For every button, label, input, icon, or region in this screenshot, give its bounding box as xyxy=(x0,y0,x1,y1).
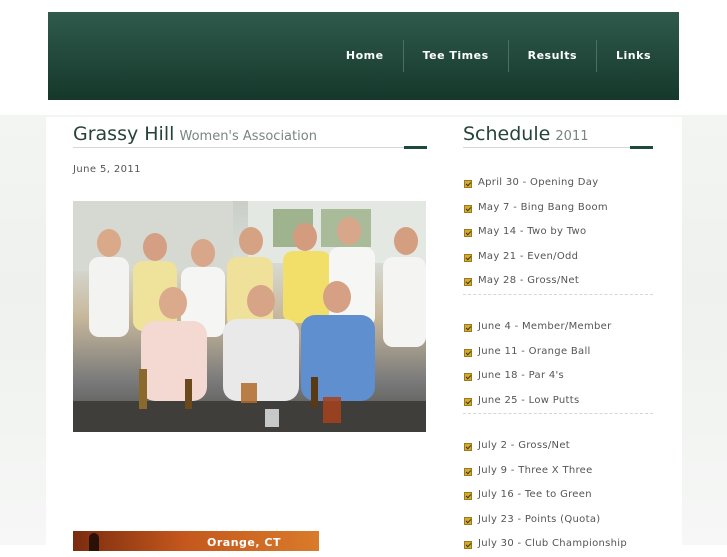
nav-links[interactable]: Links xyxy=(596,40,679,72)
page-subtitle: Women's Association xyxy=(179,129,317,144)
schedule-item[interactable]: July 30 - Club Championship xyxy=(463,532,653,557)
schedule-item[interactable]: May 21 - Even/Odd xyxy=(463,245,653,270)
schedule-item-label: July 30 - Club Championship xyxy=(478,538,628,549)
schedule-item-label: June 4 - Member/Member xyxy=(478,321,612,332)
checkbox-icon xyxy=(464,180,472,188)
title-accent-bar xyxy=(404,146,427,149)
checkbox-icon xyxy=(464,348,472,357)
content-area: Grassy Hill Women's Association June 5, … xyxy=(46,117,682,551)
schedule-item[interactable]: May 7 - Bing Bang Boom xyxy=(463,196,653,221)
nav-results[interactable]: Results xyxy=(507,40,596,72)
schedule-item[interactable]: June 25 - Low Putts xyxy=(463,389,653,414)
schedule-accent-bar xyxy=(630,146,653,149)
schedule-group-may: April 30 - Opening Day May 7 - Bing Bang… xyxy=(463,171,653,295)
schedule-item[interactable]: May 14 - Two by Two xyxy=(463,220,653,245)
schedule-item-label: May 7 - Bing Bang Boom xyxy=(478,201,608,213)
checkbox-icon xyxy=(464,443,472,451)
schedule-item-label: May 28 - Gross/Net xyxy=(478,275,580,286)
nav-home[interactable]: Home xyxy=(327,40,403,72)
main-nav: Home Tee Times Results Links xyxy=(327,40,679,72)
schedule-year: 2011 xyxy=(555,129,589,144)
schedule-item-label: July 23 - Points (Quota) xyxy=(478,513,601,525)
checkbox-icon xyxy=(464,373,472,381)
schedule-item-label: April 30 - Opening Day xyxy=(478,177,599,188)
checkbox-icon xyxy=(464,324,472,332)
schedule-item-label: July 2 - Gross/Net xyxy=(478,440,570,451)
checkbox-icon xyxy=(464,397,472,406)
promo-banner[interactable]: Orange, CT xyxy=(73,531,319,551)
schedule-item[interactable]: April 30 - Opening Day xyxy=(463,171,653,196)
golfer-silhouette-icon xyxy=(89,533,99,551)
schedule-item[interactable]: July 9 - Three X Three xyxy=(463,459,653,484)
schedule-item[interactable]: July 16 - Tee to Green xyxy=(463,483,653,508)
schedule-item[interactable]: July 2 - Gross/Net xyxy=(463,434,653,459)
checkbox-icon xyxy=(464,253,472,262)
checkbox-icon xyxy=(464,467,472,476)
schedule-title-row: Schedule 2011 xyxy=(463,123,653,149)
schedule-item[interactable]: June 11 - Orange Ball xyxy=(463,340,653,365)
schedule-item[interactable]: June 4 - Member/Member xyxy=(463,315,653,340)
page-title: Grassy Hill xyxy=(73,123,175,145)
banner-location: Orange, CT xyxy=(207,536,281,549)
checkbox-icon xyxy=(464,516,472,525)
schedule-item[interactable]: July 23 - Points (Quota) xyxy=(463,508,653,533)
checkbox-icon xyxy=(464,541,472,549)
group-photo xyxy=(73,201,426,432)
checkbox-icon xyxy=(464,204,472,213)
schedule-item[interactable]: May 28 - Gross/Net xyxy=(463,269,653,294)
schedule-group-july: July 2 - Gross/Net July 9 - Three X Thre… xyxy=(463,434,653,557)
schedule-item[interactable]: June 18 - Par 4's xyxy=(463,364,653,389)
group-photo-drawing xyxy=(73,201,426,432)
schedule-item-label: May 21 - Even/Odd xyxy=(478,250,579,262)
schedule-item-label: June 25 - Low Putts xyxy=(478,394,580,406)
schedule-item-label: July 16 - Tee to Green xyxy=(478,489,592,500)
checkbox-icon xyxy=(464,492,472,500)
post-date: June 5, 2011 xyxy=(73,164,141,175)
nav-tee-times[interactable]: Tee Times xyxy=(402,40,508,72)
main-title-row: Grassy Hill Women's Association xyxy=(73,123,427,149)
schedule-title: Schedule xyxy=(463,123,551,145)
schedule-item-label: July 9 - Three X Three xyxy=(478,464,593,476)
schedule-item-label: June 18 - Par 4's xyxy=(478,370,565,381)
checkbox-icon xyxy=(464,229,472,237)
schedule-item-label: June 11 - Orange Ball xyxy=(478,345,591,357)
site-header: Home Tee Times Results Links xyxy=(48,12,679,100)
checkbox-icon xyxy=(464,278,472,286)
schedule-item-label: May 14 - Two by Two xyxy=(478,226,587,237)
schedule-group-june: June 4 - Member/Member June 11 - Orange … xyxy=(463,315,653,414)
